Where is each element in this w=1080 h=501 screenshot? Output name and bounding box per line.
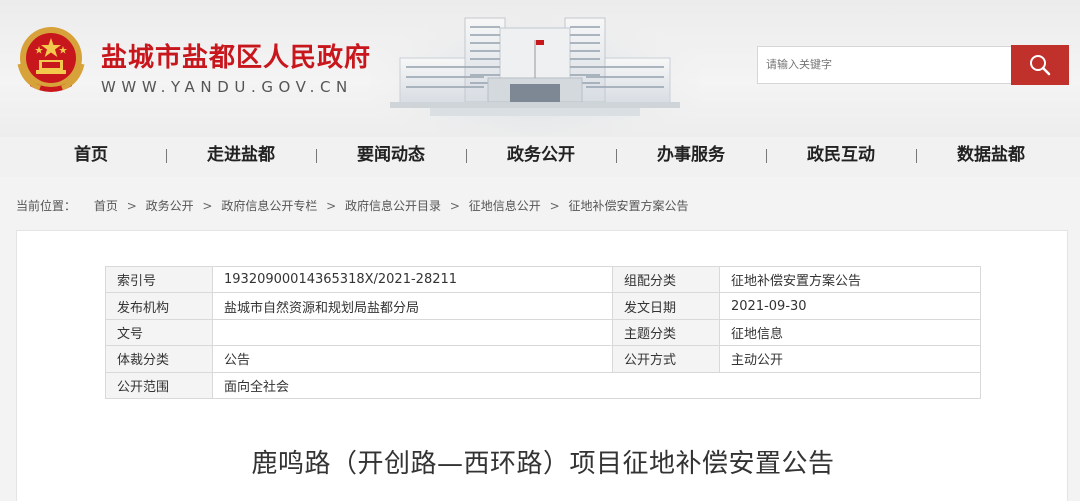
- breadcrumb-item-home[interactable]: 首页: [94, 199, 118, 213]
- main-nav: 首页 走进盐都 要闻动态 政务公开 办事服务 政民互动 数据盐都: [0, 137, 1080, 177]
- breadcrumb: 当前位置： 首页 > 政务公开 > 政府信息公开专栏 > 政府信息公开目录 > …: [16, 197, 689, 214]
- meta-label: 发布机构: [105, 292, 213, 320]
- breadcrumb-separator: >: [126, 199, 137, 213]
- breadcrumb-item-government-affairs[interactable]: 政务公开: [146, 199, 194, 213]
- meta-value: 征地补偿安置方案公告: [719, 265, 981, 294]
- meta-value: 主动公开: [719, 345, 981, 373]
- site-header: 盐城市盐都区人民政府 WWW.YANDU.GOV.CN: [0, 0, 1080, 137]
- nav-divider: [916, 149, 917, 163]
- meta-value: [212, 318, 613, 347]
- meta-value: 公告: [212, 345, 613, 373]
- nav-item-news[interactable]: 要闻动态: [336, 137, 446, 177]
- nav-divider: [466, 149, 467, 163]
- nav-divider: [766, 149, 767, 163]
- table-row: 公开范围 面向全社会: [105, 371, 981, 399]
- meta-label: 体裁分类: [105, 345, 213, 373]
- nav-item-interaction[interactable]: 政民互动: [786, 137, 896, 177]
- nav-divider: [616, 149, 617, 163]
- breadcrumb-separator: >: [449, 199, 460, 213]
- nav-item-government-affairs[interactable]: 政务公开: [486, 137, 596, 177]
- meta-label: 主题分类: [612, 318, 720, 347]
- meta-value: 2021-09-30: [719, 292, 981, 320]
- breadcrumb-item-info-directory[interactable]: 政府信息公开目录: [345, 199, 441, 213]
- meta-value: 盐城市自然资源和规划局盐都分局: [212, 292, 613, 320]
- site-title[interactable]: 盐城市盐都区人民政府: [101, 37, 371, 74]
- meta-label: 公开范围: [105, 371, 213, 399]
- nav-item-about-yandu[interactable]: 走进盐都: [186, 137, 296, 177]
- meta-value: 面向全社会: [212, 371, 981, 399]
- table-row: 发布机构 盐城市自然资源和规划局盐都分局 发文日期 2021-09-30: [105, 292, 981, 320]
- nav-item-home[interactable]: 首页: [36, 137, 146, 177]
- breadcrumb-separator: >: [202, 199, 213, 213]
- meta-value: 征地信息: [719, 318, 981, 347]
- breadcrumb-item-land-info[interactable]: 征地信息公开: [469, 199, 541, 213]
- breadcrumb-separator: >: [549, 199, 560, 213]
- site-url: WWW.YANDU.GOV.CN: [101, 78, 353, 96]
- breadcrumb-prefix: 当前位置：: [16, 199, 77, 213]
- search-input[interactable]: [757, 46, 1011, 84]
- breadcrumb-item-info-column[interactable]: 政府信息公开专栏: [221, 199, 317, 213]
- meta-label: 发文日期: [612, 292, 720, 320]
- meta-value: 19320900014365318X/2021-28211: [212, 265, 613, 294]
- article-title: 鹿鸣路（开创路—西环路）项目征地补偿安置公告: [251, 449, 835, 479]
- search-icon: [1030, 55, 1051, 76]
- meta-label: 组配分类: [612, 265, 720, 294]
- breadcrumb-separator: >: [326, 199, 337, 213]
- table-row: 文号 主题分类 征地信息: [105, 318, 981, 347]
- search-button[interactable]: [1011, 45, 1069, 85]
- national-emblem-icon: [17, 27, 85, 92]
- nav-item-data-yandu[interactable]: 数据盐都: [936, 137, 1046, 177]
- meta-label: 文号: [105, 318, 213, 347]
- nav-divider: [166, 149, 167, 163]
- government-building-illustration: [370, 0, 700, 137]
- document-metadata-table: 索引号 19320900014365318X/2021-28211 组配分类 征…: [105, 265, 981, 399]
- nav-item-services[interactable]: 办事服务: [636, 137, 746, 177]
- breadcrumb-item-current[interactable]: 征地补偿安置方案公告: [569, 199, 689, 213]
- meta-label: 公开方式: [612, 345, 720, 373]
- table-row: 体裁分类 公告 公开方式 主动公开: [105, 345, 981, 373]
- nav-divider: [316, 149, 317, 163]
- content-panel: 索引号 19320900014365318X/2021-28211 组配分类 征…: [16, 230, 1068, 501]
- table-row: 索引号 19320900014365318X/2021-28211 组配分类 征…: [105, 265, 981, 294]
- meta-label: 索引号: [105, 265, 213, 294]
